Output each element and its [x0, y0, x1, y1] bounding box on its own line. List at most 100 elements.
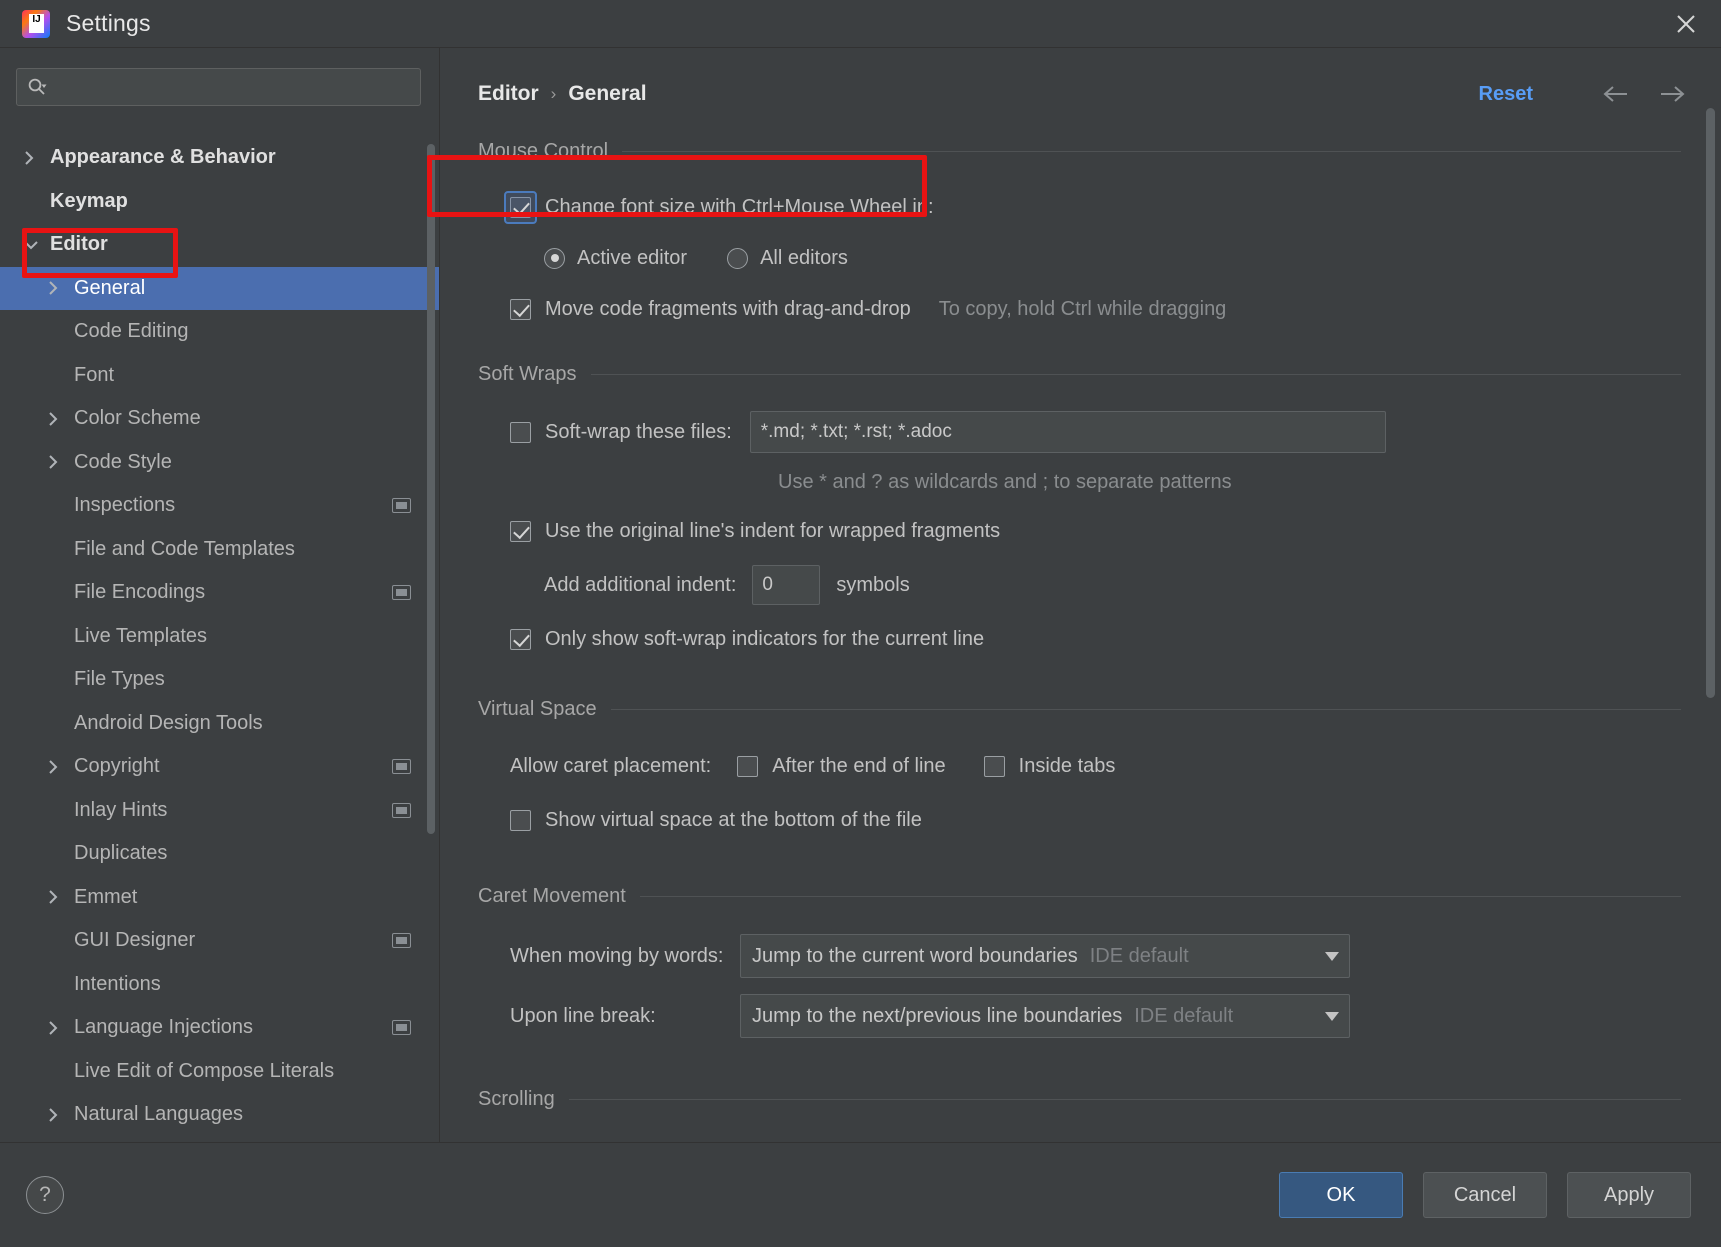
upon-line-break-label: Upon line break: [510, 1005, 740, 1028]
sidebar-item-inlay-hints[interactable]: Inlay Hints [0, 789, 439, 833]
chevron-right-icon[interactable] [48, 890, 74, 904]
arrow-right-icon[interactable] [1657, 84, 1687, 104]
sidebar-item-natural-languages[interactable]: Natural Languages [0, 1093, 439, 1137]
chevron-right-icon[interactable] [48, 455, 74, 469]
settings-sidebar: Appearance & Behavior Keymap Editor General… [0, 48, 440, 1247]
chevron-right-icon[interactable] [48, 412, 74, 426]
sidebar-item-color-scheme[interactable]: Color Scheme [0, 397, 439, 441]
chevron-right-icon[interactable] [24, 151, 50, 165]
window-titlebar: IJ Settings [0, 0, 1721, 48]
soft-wrap-indicators-row[interactable]: Only show soft-wrap indicators for the c… [510, 612, 1681, 666]
show-virtual-space-label: Show virtual space at the bottom of the … [545, 809, 922, 832]
settings-tree[interactable]: Appearance & Behavior Keymap Editor General… [0, 136, 439, 1205]
help-button[interactable]: ? [26, 1176, 64, 1214]
arrow-left-icon[interactable] [1601, 84, 1631, 104]
font-size-scope-group[interactable]: Active editor All editors [544, 233, 1681, 283]
sidebar-item-file-encodings[interactable]: File Encodings [0, 571, 439, 615]
chevron-down-icon[interactable] [24, 240, 50, 250]
radio-active-editor-label: Active editor [577, 247, 687, 270]
sidebar-item-emmet[interactable]: Emmet [0, 876, 439, 920]
sidebar-item-live-templates[interactable]: Live Templates [0, 615, 439, 659]
sidebar-item-font[interactable]: Font [0, 354, 439, 398]
sidebar-item-appearance-behavior[interactable]: Appearance & Behavior [0, 136, 439, 180]
original-indent-row[interactable]: Use the original line's indent for wrapp… [510, 504, 1681, 558]
dropdown-value: Jump to the current word boundaries [752, 945, 1078, 968]
sidebar-item-inspections[interactable]: Inspections [0, 484, 439, 528]
sidebar-item-label: Editor [50, 233, 108, 256]
sidebar-item-label: Natural Languages [74, 1103, 243, 1126]
content-scrollbar-thumb[interactable] [1706, 108, 1715, 698]
soft-wrap-indicators-checkbox[interactable] [510, 629, 531, 650]
chevron-right-icon[interactable] [48, 1108, 74, 1122]
sidebar-item-android-design-tools[interactable]: Android Design Tools [0, 702, 439, 746]
soft-wrap-files-checkbox[interactable] [510, 422, 531, 443]
section-divider [611, 709, 1681, 710]
sidebar-item-general[interactable]: General [0, 267, 439, 311]
sidebar-item-file-and-code-templates[interactable]: File and Code Templates [0, 528, 439, 572]
soft-wrap-files-row[interactable]: Soft-wrap these files: *.md; *.txt; *.rs… [510, 404, 1681, 460]
breadcrumb-root[interactable]: Editor [478, 82, 539, 106]
after-end-of-line-label: After the end of line [772, 755, 945, 778]
when-moving-by-words-row[interactable]: When moving by words: Jump to the curren… [510, 926, 1681, 986]
sidebar-scrollbar-thumb[interactable] [427, 144, 435, 834]
chevron-right-icon[interactable] [48, 1021, 74, 1035]
ok-button[interactable]: OK [1279, 1172, 1403, 1218]
radio-active-editor[interactable] [544, 248, 565, 269]
sidebar-item-editor[interactable]: Editor [0, 223, 439, 267]
chevron-right-icon[interactable] [48, 760, 74, 774]
reset-link[interactable]: Reset [1479, 83, 1533, 106]
sidebar-item-gui-designer[interactable]: GUI Designer [0, 919, 439, 963]
original-indent-checkbox[interactable] [510, 521, 531, 542]
sidebar-scrollbar[interactable] [427, 136, 435, 1205]
apply-button[interactable]: Apply [1567, 1172, 1691, 1218]
change-font-size-checkbox[interactable] [510, 197, 531, 218]
sidebar-item-label: Keymap [50, 190, 128, 213]
sidebar-item-file-types[interactable]: File Types [0, 658, 439, 702]
sidebar-item-code-style[interactable]: Code Style [0, 441, 439, 485]
additional-indent-input[interactable]: 0 [752, 565, 820, 605]
change-font-size-row[interactable]: Change font size with Ctrl+Mouse Wheel i… [510, 181, 1681, 233]
chevron-down-icon[interactable] [1315, 1012, 1349, 1021]
sidebar-item-label: Copyright [74, 755, 160, 778]
additional-indent-row[interactable]: Add additional indent: 0 symbols [544, 558, 1681, 612]
upon-line-break-row[interactable]: Upon line break: Jump to the next/previo… [510, 986, 1681, 1046]
inside-tabs-label: Inside tabs [1019, 755, 1116, 778]
settings-content-pane: Editor › General Reset Mouse Cont [440, 48, 1721, 1247]
content-scrollbar[interactable] [1706, 108, 1715, 1108]
sidebar-item-copyright[interactable]: Copyright [0, 745, 439, 789]
close-icon[interactable] [1669, 7, 1703, 41]
section-divider [569, 1099, 1681, 1100]
wildcard-hint-row: Use * and ? as wildcards and ; to separa… [778, 460, 1681, 504]
soft-wrap-files-input[interactable]: *.md; *.txt; *.rst; *.adoc [750, 411, 1386, 453]
drag-and-drop-row[interactable]: Move code fragments with drag-and-drop T… [510, 283, 1681, 335]
sidebar-item-language-injections[interactable]: Language Injections [0, 1006, 439, 1050]
sidebar-item-duplicates[interactable]: Duplicates [0, 832, 439, 876]
show-virtual-space-row[interactable]: Show virtual space at the bottom of the … [510, 793, 1681, 847]
sidebar-item-label: Code Editing [74, 320, 189, 343]
after-end-of-line-checkbox[interactable] [737, 756, 758, 777]
sidebar-item-label: Live Edit of Compose Literals [74, 1060, 334, 1083]
sidebar-item-keymap[interactable]: Keymap [0, 180, 439, 224]
upon-line-break-dropdown[interactable]: Jump to the next/previous line boundarie… [740, 994, 1350, 1038]
sidebar-item-intentions[interactable]: Intentions [0, 963, 439, 1007]
section-label: Mouse Control [478, 140, 622, 163]
section-soft-wraps-title: Soft Wraps [478, 363, 1681, 386]
search-input[interactable] [53, 76, 410, 98]
sidebar-item-label: Live Templates [74, 625, 207, 648]
cancel-button[interactable]: Cancel [1423, 1172, 1547, 1218]
search-box[interactable] [16, 68, 421, 106]
sidebar-item-code-editing[interactable]: Code Editing [0, 310, 439, 354]
chevron-right-icon[interactable] [48, 281, 74, 295]
intellij-logo-icon: IJ [22, 10, 50, 38]
show-virtual-space-checkbox[interactable] [510, 810, 531, 831]
sidebar-item-live-edit-of-compose-literals[interactable]: Live Edit of Compose Literals [0, 1050, 439, 1094]
breadcrumb: Editor › General Reset [440, 48, 1721, 114]
radio-all-editors[interactable] [727, 248, 748, 269]
chevron-down-icon[interactable] [1315, 952, 1349, 961]
section-divider [622, 151, 1681, 152]
sidebar-item-label: Color Scheme [74, 407, 201, 430]
inside-tabs-checkbox[interactable] [984, 756, 1005, 777]
caret-placement-row[interactable]: Allow caret placement: After the end of … [510, 739, 1681, 793]
when-moving-by-words-dropdown[interactable]: Jump to the current word boundaries IDE … [740, 934, 1350, 978]
drag-and-drop-checkbox[interactable] [510, 299, 531, 320]
